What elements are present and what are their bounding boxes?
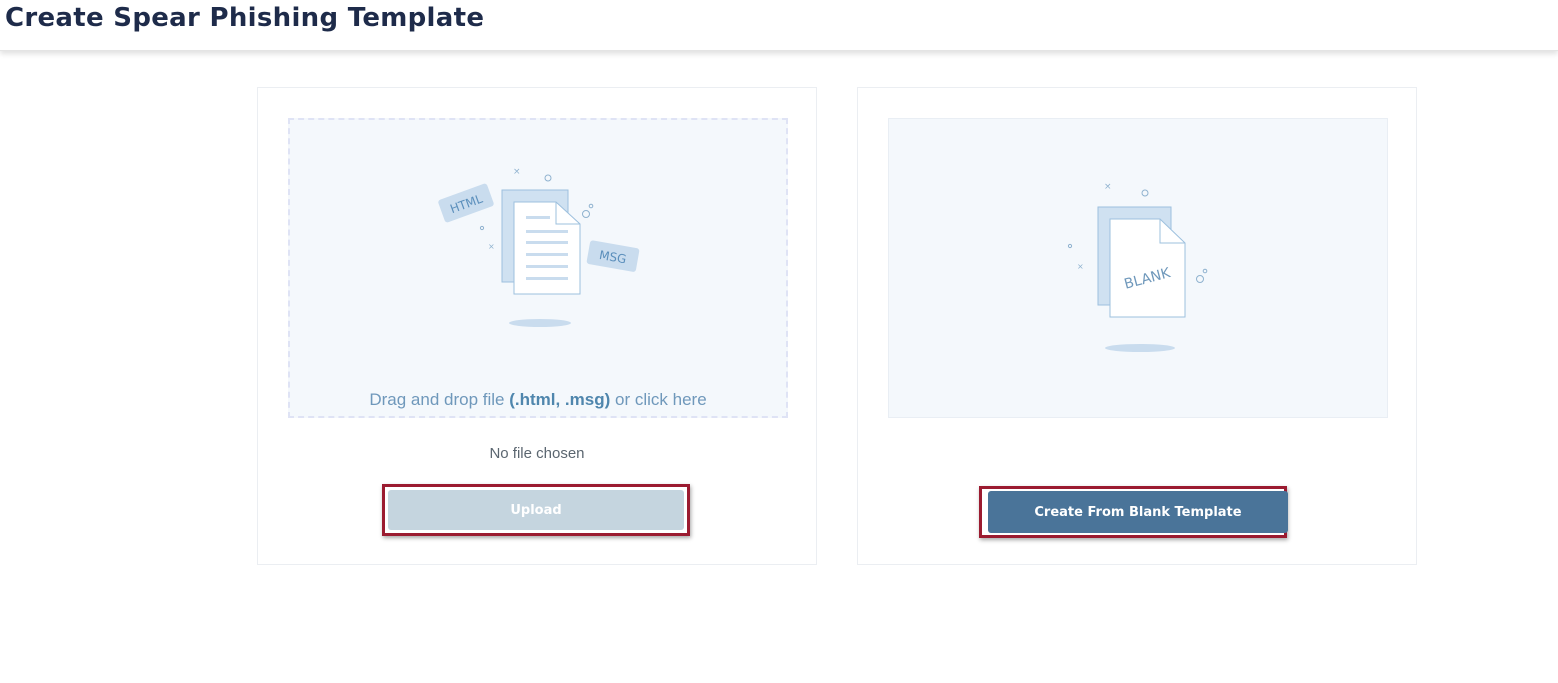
svg-text:×: × [488, 242, 495, 251]
drop-text-prefix: Drag and drop file [369, 390, 510, 409]
svg-text:×: × [513, 167, 521, 177]
upload-template-card: × × HTML MSG Drag and drop file (.html, … [257, 87, 817, 565]
upload-button-highlight: Upload [382, 484, 690, 536]
page-header: Create Spear Phishing Template [0, 0, 1558, 51]
file-dropzone[interactable]: × × HTML MSG Drag and drop file (.html, … [288, 118, 788, 418]
svg-text:×: × [1077, 262, 1084, 271]
file-status-text: No file chosen [489, 445, 585, 462]
create-blank-button-highlight: Create From Blank Template [979, 486, 1288, 538]
upload-files-illustration: × × HTML MSG [438, 167, 640, 327]
svg-text:×: × [1104, 182, 1112, 192]
blank-page-illustration: × × BLANK [1067, 182, 1208, 352]
page-title: Create Spear Phishing Template [5, 3, 485, 33]
blank-template-preview: × × BLANK [888, 118, 1388, 418]
upload-button[interactable]: Upload [388, 490, 684, 530]
drop-text-suffix: or click here [610, 390, 707, 409]
blank-template-card: × × BLANK Create From Blank Template [857, 87, 1417, 565]
dropzone-instructions: Drag and drop file (.html, .msg) or clic… [290, 390, 786, 410]
drop-text-formats: (.html, .msg) [509, 390, 611, 409]
create-from-blank-button[interactable]: Create From Blank Template [988, 491, 1288, 533]
